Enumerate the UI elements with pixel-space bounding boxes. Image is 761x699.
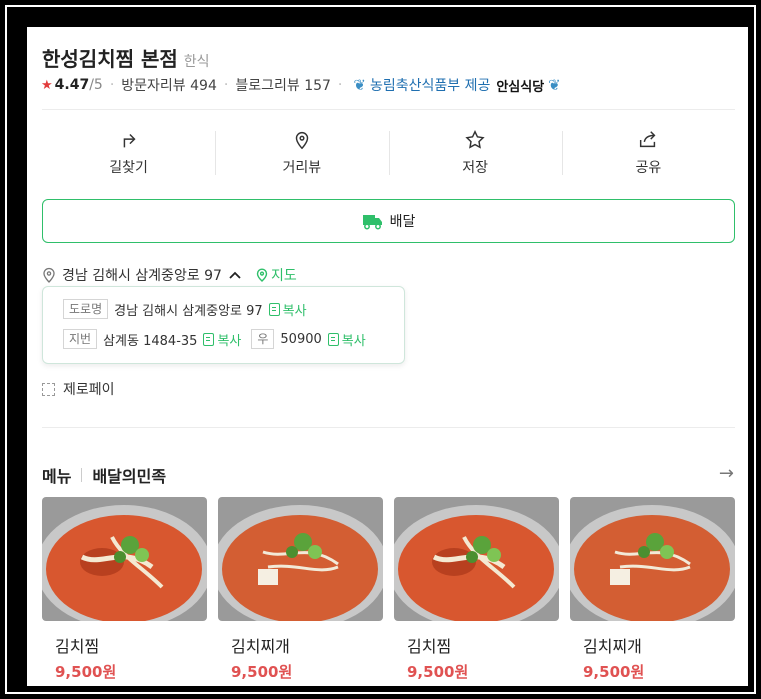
place-panel: 한성김치찜 본점 한식 ★ 4.47 /5 · 방문자리뷰 494 · 블로그리… [27, 27, 748, 686]
menu-item-price: 9,500원 [55, 663, 117, 681]
street-view-label: 거리뷰 [282, 160, 322, 176]
place-category: 한식 [183, 54, 210, 70]
share-label: 공유 [635, 160, 662, 176]
address-pin-icon [43, 267, 55, 283]
divider [42, 109, 735, 110]
menu-item-name: 김치찜 [407, 637, 452, 656]
menu-item-price: 9,500원 [407, 663, 469, 681]
menu-item-name: 김치찜 [55, 637, 100, 656]
title-row: 한성김치찜 본점 한식 [42, 43, 210, 72]
road-address-value: 경남 김해시 삼계중앙로 97 [114, 303, 263, 319]
copy-road-address-button[interactable]: 복사 [268, 300, 307, 319]
action-bar: 길찾기 거리뷰 저장 공유 [42, 127, 735, 179]
copy-icon [327, 332, 339, 346]
save-button[interactable]: 저장 [388, 127, 562, 179]
menu-card[interactable]: 김치찌개 9,500원 [218, 497, 383, 682]
arrow-right-icon[interactable]: → [719, 463, 734, 484]
divider [42, 427, 735, 428]
share-button[interactable]: 공유 [561, 127, 735, 179]
rating-max: /5 [89, 77, 103, 93]
visitor-reviews-link[interactable]: 방문자리뷰 494 [121, 75, 217, 95]
copy-icon [203, 332, 215, 346]
road-address-row: 도로명 경남 김해시 삼계중앙로 97 복사 [63, 299, 404, 319]
menu-list: 김치찜 9,500원 김치찌개 9,500원 김치찜 9,500원 김치찌개 9… [42, 497, 735, 682]
menu-item-name: 김치찌개 [583, 637, 642, 656]
copy-label: 복사 [282, 303, 307, 319]
directions-icon [123, 133, 136, 148]
laurel-right-icon: ❦ [548, 76, 561, 94]
menu-item-photo [394, 497, 559, 621]
directions-button[interactable]: 길찾기 [42, 127, 215, 179]
save-label: 저장 [462, 160, 488, 176]
menu-source: 배달의민족 [92, 467, 167, 486]
menu-item-photo [42, 497, 207, 621]
menu-item-photo [218, 497, 383, 621]
visitor-reviews-count: 494 [190, 78, 217, 94]
delivery-truck-icon [362, 215, 382, 230]
street-view-button[interactable]: 거리뷰 [215, 127, 388, 179]
map-link-label: 지도 [270, 268, 297, 284]
zeropay-label: 제로페이 [63, 382, 115, 398]
window-frame: 한성김치찜 본점 한식 ★ 4.47 /5 · 방문자리뷰 494 · 블로그리… [5, 5, 756, 694]
chevron-up-icon[interactable] [228, 270, 242, 280]
blog-reviews-link[interactable]: 블로그리뷰 157 [235, 75, 331, 95]
copy-lot-address-button[interactable]: 복사 [203, 330, 241, 349]
rating-value: 4.47 [54, 77, 90, 93]
lot-address-tag: 지번 [63, 329, 98, 349]
meta-row: ★ 4.47 /5 · 방문자리뷰 494 · 블로그리뷰 157 · ❦ 농림… [41, 75, 561, 95]
address-row[interactable]: 경남 김해시 삼계중앙로 97 지도 [42, 265, 297, 285]
address-text: 경남 김해시 삼계중앙로 97 [62, 268, 222, 284]
road-address-tag: 도로명 [63, 299, 109, 319]
visitor-reviews-label: 방문자리뷰 [121, 78, 186, 94]
directions-label: 길찾기 [109, 160, 148, 176]
menu-title: 메뉴 [42, 467, 72, 486]
location-pin-icon [295, 132, 309, 150]
delivery-button[interactable]: 배달 [42, 199, 735, 243]
menu-card[interactable]: 김치찜 9,500원 [394, 497, 559, 682]
safe-restaurant-badge: 안심식당 [496, 79, 545, 95]
lot-address-row: 지번 삼계동 1484-35 복사 우 50900 복사 [63, 329, 404, 349]
blog-reviews-count: 157 [304, 78, 331, 94]
copy-zip-button[interactable]: 복사 [327, 330, 366, 349]
zeropay-icon [42, 382, 55, 396]
menu-item-photo [570, 497, 735, 621]
blog-reviews-label: 블로그리뷰 [235, 78, 300, 94]
place-name: 한성김치찜 본점 [42, 47, 178, 71]
rating-star-icon: ★ [41, 77, 53, 93]
map-pin-icon [256, 268, 268, 282]
menu-item-name: 김치찌개 [231, 637, 290, 656]
gov-certification[interactable]: 농림축산식품부 제공 [370, 75, 490, 95]
share-icon [640, 131, 656, 148]
menu-card[interactable]: 김치찌개 9,500원 [570, 497, 735, 682]
menu-header: 메뉴 배달의민족 [42, 463, 166, 487]
zeropay-row: 제로페이 [42, 379, 115, 399]
menu-item-price: 9,500원 [231, 663, 293, 681]
delivery-label: 배달 [389, 214, 416, 230]
star-icon [465, 130, 485, 149]
copy-icon [268, 302, 280, 316]
zip-value: 50900 [280, 331, 322, 347]
copy-label: 복사 [341, 333, 366, 349]
map-link[interactable]: 지도 [256, 265, 297, 285]
laurel-left-icon: ❦ [353, 76, 366, 94]
copy-label: 복사 [217, 333, 242, 349]
menu-item-price: 9,500원 [583, 663, 645, 681]
zip-tag: 우 [251, 329, 275, 349]
lot-address-value: 삼계동 1484-35 [103, 333, 198, 349]
address-detail-popup: 도로명 경남 김해시 삼계중앙로 97 복사 지번 삼계동 1484-35 복사… [42, 286, 405, 364]
menu-card[interactable]: 김치찜 9,500원 [42, 497, 207, 682]
